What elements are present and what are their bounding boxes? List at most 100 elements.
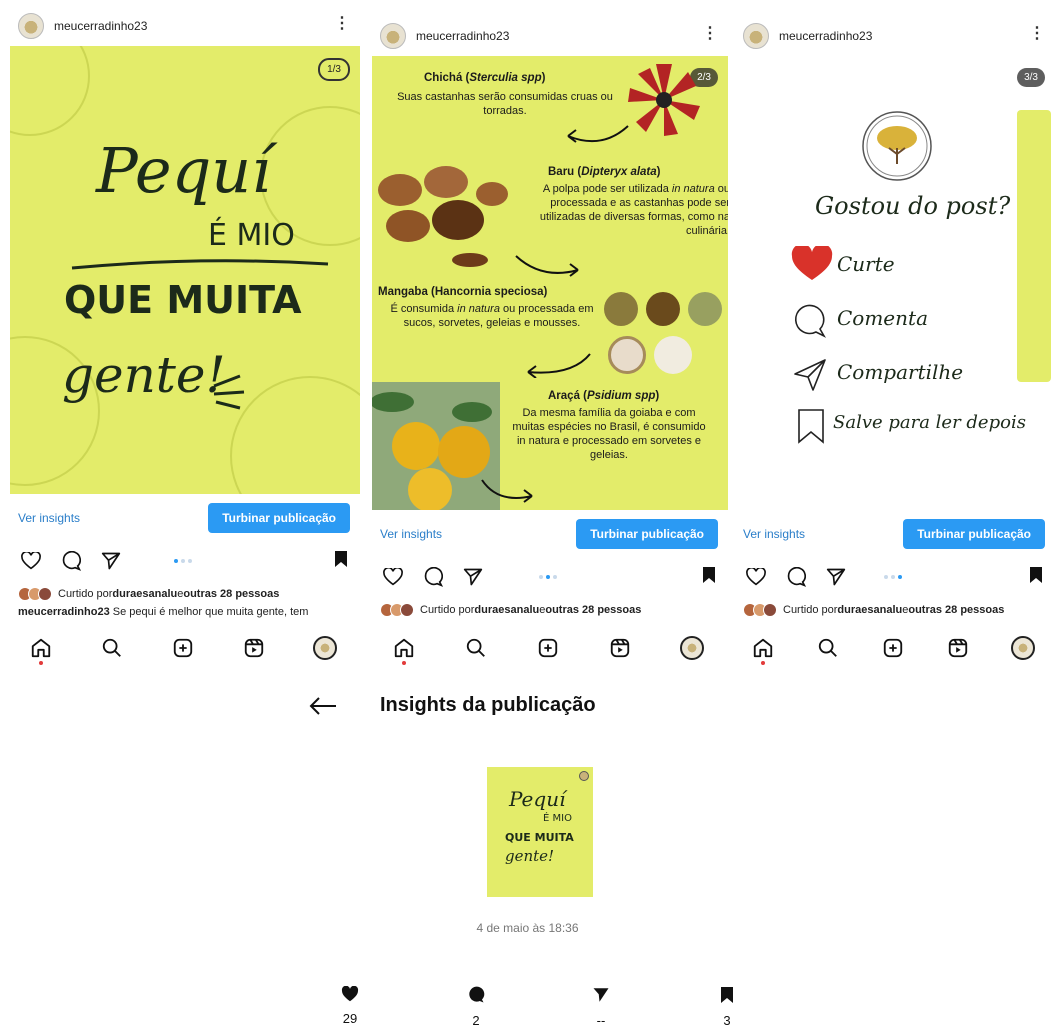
title-line-3: QUE MUITA xyxy=(64,278,302,322)
caption-username[interactable]: meucerradinho23 xyxy=(18,606,110,618)
slide-counter: 1/3 xyxy=(318,58,350,81)
bookmark-icon[interactable] xyxy=(334,550,348,573)
view-insights-link[interactable]: Ver insights xyxy=(743,527,805,541)
thumb-line-3: QUE MUITA xyxy=(505,831,574,844)
liked-user[interactable]: duraesanalu xyxy=(474,604,539,616)
create-icon[interactable] xyxy=(170,635,196,661)
reels-icon[interactable] xyxy=(607,635,633,661)
post-header: meucerradinho23 ⋮ xyxy=(368,16,728,56)
create-icon[interactable] xyxy=(535,635,561,661)
post-image[interactable]: 2/3 Chichá (Sterculia spp) Suas castanha… xyxy=(372,56,728,510)
liker-avatars xyxy=(18,587,52,601)
stat-shares: -- xyxy=(581,986,621,1028)
title-line-4: gente! xyxy=(62,346,226,404)
liker-avatars xyxy=(380,603,414,617)
create-icon[interactable] xyxy=(880,635,906,661)
cta-like: Curte xyxy=(837,252,895,276)
home-icon[interactable] xyxy=(750,635,776,665)
search-icon[interactable] xyxy=(99,635,125,661)
avatar[interactable] xyxy=(18,13,44,39)
fruit-title-baru: Baru (Dipteryx alata) xyxy=(548,166,661,178)
bookmark-filled-icon xyxy=(721,987,733,1003)
share-icon[interactable] xyxy=(98,550,124,572)
profile-icon[interactable] xyxy=(679,635,705,661)
insights-row: Ver insights Turbinar publicação xyxy=(6,500,360,536)
arrow-decor xyxy=(567,125,629,143)
fruit-title-araca: Araçá (Psidium spp) xyxy=(548,390,660,402)
post-panel-2: meucerradinho23 ⋮ 2/3 Chichá (Sterculia … xyxy=(368,16,728,672)
mangaba-fruit-image xyxy=(608,336,646,374)
share-icon[interactable] xyxy=(460,566,486,588)
back-arrow-icon[interactable] xyxy=(308,696,338,716)
sparkle-strokes xyxy=(213,374,245,410)
search-icon[interactable] xyxy=(463,635,489,661)
underline-stroke xyxy=(71,259,329,270)
view-insights-link[interactable]: Ver insights xyxy=(380,527,442,541)
reels-icon[interactable] xyxy=(241,635,267,661)
comment-icon[interactable] xyxy=(58,550,84,572)
heart-icon[interactable] xyxy=(380,566,406,588)
stat-saves: 3 xyxy=(707,986,747,1028)
avatar[interactable] xyxy=(380,23,406,49)
post-image[interactable]: 1/3 Pequí É MIO QUE MUITA gente! xyxy=(10,46,360,494)
bottom-nav xyxy=(6,630,360,666)
boost-post-button[interactable]: Turbinar publicação xyxy=(576,519,718,549)
bottom-nav xyxy=(368,630,728,666)
more-options-icon[interactable]: ⋮ xyxy=(702,26,718,42)
post-image[interactable]: 3/3 Gostou do post? Curte Comenta Compar… xyxy=(735,56,1055,510)
heart-icon[interactable] xyxy=(743,566,769,588)
thumb-line-1: Pequí xyxy=(509,787,566,811)
post-panel-3: meucerradinho23 ⋮ 3/3 Gostou do post? Cu… xyxy=(731,16,1055,672)
baru-fruit-image xyxy=(378,166,508,267)
avatar[interactable] xyxy=(743,23,769,49)
comment-icon[interactable] xyxy=(420,566,446,588)
comment-icon[interactable] xyxy=(783,566,809,588)
post-header: meucerradinho23 ⋮ xyxy=(6,6,360,46)
username[interactable]: meucerradinho23 xyxy=(54,19,147,33)
boost-post-button[interactable]: Turbinar publicação xyxy=(208,503,350,533)
decor-ring xyxy=(10,46,90,136)
liked-user[interactable]: duraesanalu xyxy=(837,604,902,616)
reels-icon[interactable] xyxy=(945,635,971,661)
boost-post-button[interactable]: Turbinar publicação xyxy=(903,519,1045,549)
liked-others[interactable]: outras 28 pessoas xyxy=(183,588,279,600)
more-options-icon[interactable]: ⋮ xyxy=(1029,26,1045,42)
insights-row: Ver insights Turbinar publicação xyxy=(731,516,1055,552)
liked-others[interactable]: outras 28 pessoas xyxy=(545,604,641,616)
liked-user[interactable]: duraesanalu xyxy=(112,588,177,600)
slide-counter: 3/3 xyxy=(1017,68,1045,87)
fruit-title-mangaba: Mangaba (Hancornia speciosa) xyxy=(378,286,548,298)
bookmark-icon[interactable] xyxy=(702,566,716,589)
post-header: meucerradinho23 ⋮ xyxy=(731,16,1055,56)
thumb-line-2: É MIO xyxy=(543,813,572,824)
more-options-icon[interactable]: ⋮ xyxy=(334,16,350,32)
mangaba-fruit-image xyxy=(654,336,692,374)
search-icon[interactable] xyxy=(815,635,841,661)
fruit-desc-mangaba: É consumida in natura ou processada em s… xyxy=(390,303,594,329)
cta-comment: Comenta xyxy=(837,306,928,330)
profile-icon[interactable] xyxy=(312,635,338,661)
profile-icon[interactable] xyxy=(1010,635,1036,661)
home-icon[interactable] xyxy=(28,635,54,665)
insights-title: Insights da publicação xyxy=(380,694,596,716)
bookmark-icon[interactable] xyxy=(1029,566,1043,589)
title-line-1: Pequí xyxy=(96,134,272,207)
share-filled-icon xyxy=(593,988,609,1002)
share-icon[interactable] xyxy=(823,566,849,588)
home-icon[interactable] xyxy=(391,635,417,665)
arrow-decor xyxy=(527,353,591,378)
saves-count: 3 xyxy=(723,1013,731,1028)
insights-row: Ver insights Turbinar publicação xyxy=(368,516,728,552)
carousel-pager xyxy=(539,575,557,579)
fruit-title-chicha: Chichá (Sterculia spp) xyxy=(424,72,546,84)
username[interactable]: meucerradinho23 xyxy=(416,29,509,43)
view-insights-link[interactable]: Ver insights xyxy=(18,511,80,525)
heart-icon[interactable] xyxy=(18,550,44,572)
post-thumbnail[interactable]: Pequí É MIO QUE MUITA gente! xyxy=(487,767,593,897)
post-caption: meucerradinho23 Se pequi é melhor que mu… xyxy=(18,606,348,618)
liked-by-row: Curtido por duraesanalu e outras 28 pess… xyxy=(6,584,360,604)
fruit-desc-araca: Da mesma família da goiaba e com muitas … xyxy=(512,407,706,461)
liked-others[interactable]: outras 28 pessoas xyxy=(908,604,1004,616)
username[interactable]: meucerradinho23 xyxy=(779,29,872,43)
arrow-decor xyxy=(481,479,533,503)
